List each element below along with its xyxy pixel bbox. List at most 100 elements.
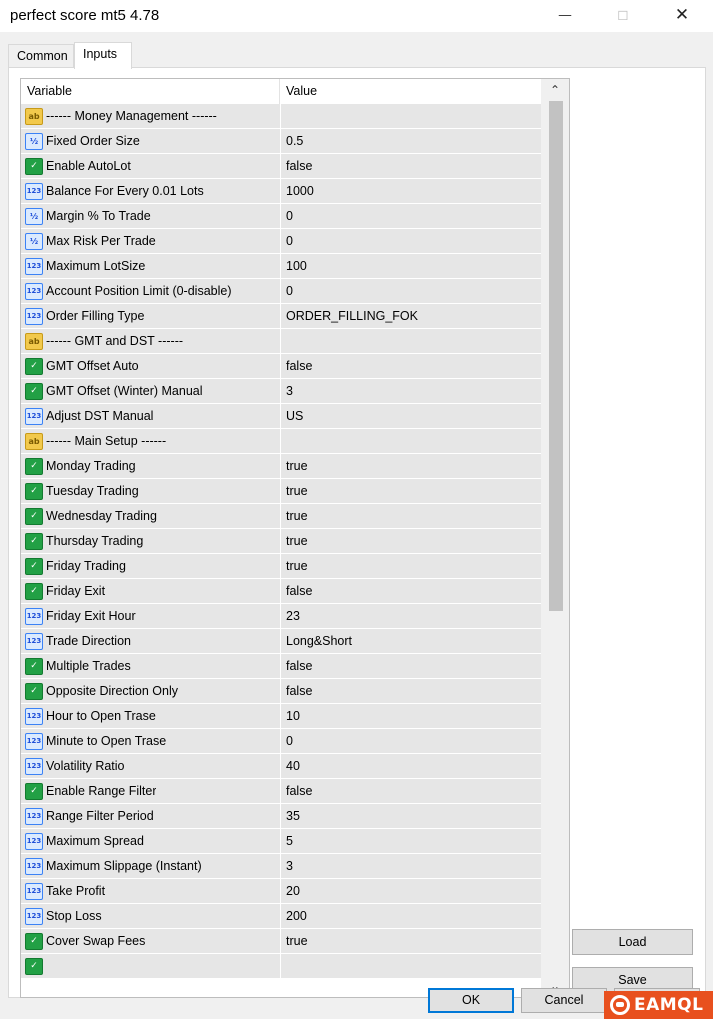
value-cell[interactable]: false [281, 354, 541, 378]
double-icon: ½ [25, 232, 43, 250]
value-cell[interactable]: true [281, 454, 541, 478]
value-cell[interactable] [281, 429, 541, 453]
int-icon: 123 [25, 857, 43, 875]
table-row[interactable]: ✓ GMT Offset Auto false [21, 354, 541, 379]
minimize-icon: — [558, 8, 572, 22]
watermark-logo: EAMQL [604, 991, 713, 1019]
table-row[interactable]: ½ Max Risk Per Trade 0 [21, 229, 541, 254]
table-row[interactable]: 123 Hour to Open Trase 10 [21, 704, 541, 729]
scrollbar-thumb[interactable] [549, 101, 563, 611]
value-cell[interactable]: 100 [281, 254, 541, 278]
value-cell[interactable]: 20 [281, 879, 541, 903]
table-row[interactable]: 123 Trade Direction Long&Short [21, 629, 541, 654]
value-cell[interactable]: 0 [281, 204, 541, 228]
variable-cell: ✓ Tuesday Trading [21, 479, 280, 503]
column-header-variable[interactable]: Variable [21, 79, 280, 104]
variable-cell: ab ------ Money Management ------ [21, 104, 280, 128]
variable-cell: ab ------ Main Setup ------ [21, 429, 280, 453]
variable-name: Margin % To Trade [46, 209, 151, 223]
value-cell[interactable]: 23 [281, 604, 541, 628]
value-cell[interactable]: 35 [281, 804, 541, 828]
value-cell[interactable]: 0 [281, 229, 541, 253]
value-cell[interactable]: 1000 [281, 179, 541, 203]
load-button[interactable]: Load [572, 929, 693, 955]
value-cell[interactable] [281, 954, 541, 978]
value-cell[interactable]: false [281, 654, 541, 678]
value-cell[interactable]: true [281, 929, 541, 953]
table-row[interactable]: 123 Adjust DST Manual US [21, 404, 541, 429]
table-row[interactable]: ✓ Multiple Trades false [21, 654, 541, 679]
table-row[interactable]: ✓ Monday Trading true [21, 454, 541, 479]
value-cell[interactable]: 3 [281, 379, 541, 403]
value-cell[interactable]: 0 [281, 729, 541, 753]
cancel-button[interactable]: Cancel [521, 988, 607, 1013]
bool-icon: ✓ [25, 157, 43, 175]
table-row[interactable]: 123 Take Profit 20 [21, 879, 541, 904]
value-cell[interactable]: false [281, 779, 541, 803]
table-row[interactable]: ✓ Cover Swap Fees true [21, 929, 541, 954]
variable-cell: ✓ Friday Trading [21, 554, 280, 578]
close-button[interactable]: ✕ [662, 0, 702, 30]
table-row[interactable]: ✓ Friday Trading true [21, 554, 541, 579]
table-row[interactable]: 123 Stop Loss 200 [21, 904, 541, 929]
bool-icon: ✓ [25, 457, 43, 475]
dialog-client: Common Inputs Variable Value ab ------ Mo… [0, 32, 713, 1019]
value-cell[interactable] [281, 329, 541, 353]
table-row[interactable]: ½ Margin % To Trade 0 [21, 204, 541, 229]
table-row[interactable]: ab ------ GMT and DST ------ [21, 329, 541, 354]
value-cell[interactable]: 10 [281, 704, 541, 728]
column-header-value[interactable]: Value [280, 79, 541, 104]
value-cell[interactable]: false [281, 579, 541, 603]
table-row[interactable]: 123 Maximum LotSize 100 [21, 254, 541, 279]
table-row[interactable]: ✓ Friday Exit false [21, 579, 541, 604]
table-row[interactable]: 123 Minute to Open Trase 0 [21, 729, 541, 754]
table-row[interactable]: 123 Maximum Spread 5 [21, 829, 541, 854]
value-cell[interactable]: 5 [281, 829, 541, 853]
table-row[interactable]: ✓ Tuesday Trading true [21, 479, 541, 504]
variable-name: Thursday Trading [46, 534, 144, 548]
table-row[interactable]: ½ Fixed Order Size 0.5 [21, 129, 541, 154]
value-cell[interactable]: US [281, 404, 541, 428]
value-cell[interactable]: ORDER_FILLING_FOK [281, 304, 541, 328]
table-row[interactable]: 123 Order Filling Type ORDER_FILLING_FOK [21, 304, 541, 329]
value-cell[interactable]: 0.5 [281, 129, 541, 153]
table-row[interactable]: ab ------ Money Management ------ [21, 104, 541, 129]
table-row[interactable]: 123 Volatility Ratio 40 [21, 754, 541, 779]
variable-cell: ½ Margin % To Trade [21, 204, 280, 228]
table-row[interactable]: 123 Account Position Limit (0-disable) 0 [21, 279, 541, 304]
table-row[interactable]: ✓ Wednesday Trading true [21, 504, 541, 529]
table-row[interactable]: 123 Range Filter Period 35 [21, 804, 541, 829]
variable-name: ------ Main Setup ------ [46, 434, 167, 448]
tab-common[interactable]: Common [8, 44, 74, 68]
value-cell[interactable]: 40 [281, 754, 541, 778]
value-cell[interactable]: 200 [281, 904, 541, 928]
variable-name: Friday Exit Hour [46, 609, 136, 623]
table-row[interactable]: 123 Friday Exit Hour 23 [21, 604, 541, 629]
table-row[interactable]: 123 Maximum Slippage (Instant) 3 [21, 854, 541, 879]
value-cell[interactable]: false [281, 679, 541, 703]
value-cell[interactable]: false [281, 154, 541, 178]
table-row[interactable]: 123 Balance For Every 0.01 Lots 1000 [21, 179, 541, 204]
ok-button[interactable]: OK [428, 988, 514, 1013]
value-cell[interactable]: Long&Short [281, 629, 541, 653]
table-row[interactable]: ✓ Enable AutoLot false [21, 154, 541, 179]
table-row[interactable]: ✓ Opposite Direction Only false [21, 679, 541, 704]
table-row[interactable]: ab ------ Main Setup ------ [21, 429, 541, 454]
vertical-scrollbar[interactable]: ⌃ ⌄ [541, 79, 569, 997]
minimize-button[interactable]: — [545, 0, 585, 30]
tab-inputs[interactable]: Inputs [74, 42, 132, 69]
value-cell[interactable]: 3 [281, 854, 541, 878]
scroll-up-button[interactable]: ⌃ [541, 79, 569, 101]
table-row[interactable]: ✓ Enable Range Filter false [21, 779, 541, 804]
int-icon: 123 [25, 807, 43, 825]
value-cell[interactable]: true [281, 504, 541, 528]
maximize-button[interactable]: ☐ [603, 0, 643, 30]
table-row[interactable]: ✓ [21, 954, 541, 979]
value-cell[interactable]: true [281, 554, 541, 578]
value-cell[interactable]: true [281, 529, 541, 553]
value-cell[interactable]: true [281, 479, 541, 503]
table-row[interactable]: ✓ GMT Offset (Winter) Manual 3 [21, 379, 541, 404]
table-row[interactable]: ✓ Thursday Trading true [21, 529, 541, 554]
value-cell[interactable]: 0 [281, 279, 541, 303]
value-cell[interactable] [281, 104, 541, 128]
